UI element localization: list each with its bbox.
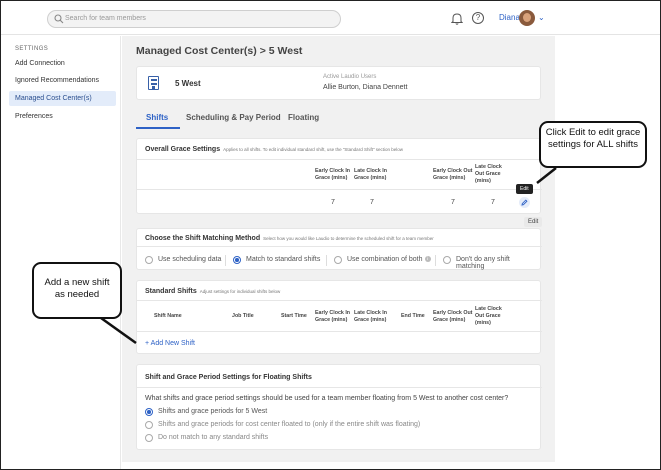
add-shift-callout: Add a new shift as needed bbox=[32, 262, 122, 319]
edit-callout: Click Edit to edit grace settings for AL… bbox=[539, 121, 647, 168]
add-callout-arrow bbox=[100, 316, 137, 345]
annotation-arrows bbox=[100, 167, 557, 345]
edit-callout-arrow bbox=[536, 167, 557, 184]
